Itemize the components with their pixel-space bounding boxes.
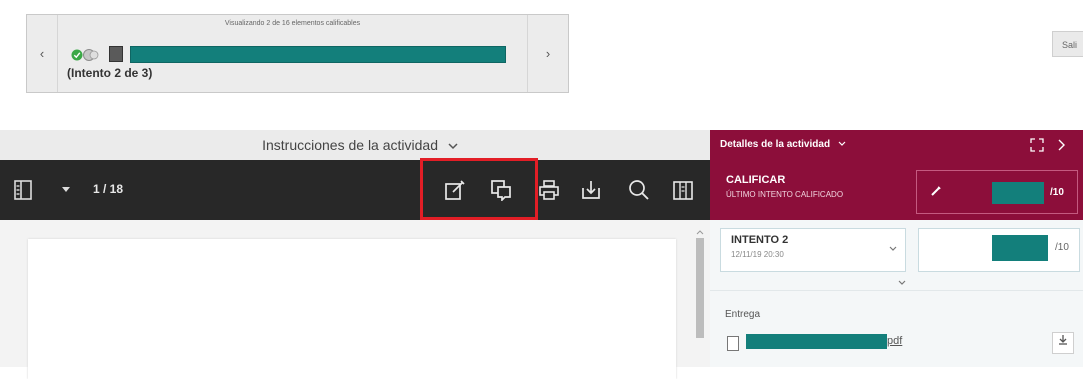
scroll-up-icon — [696, 230, 704, 235]
download-file-button[interactable] — [1052, 332, 1074, 354]
exit-button[interactable]: Sali — [1052, 31, 1083, 57]
previous-item-button[interactable]: ‹ — [27, 15, 58, 92]
view-mode-button[interactable] — [668, 160, 698, 220]
grade-title: CALIFICAR — [726, 174, 786, 186]
chevron-right-icon[interactable] — [1058, 139, 1066, 151]
check-icon — [71, 49, 83, 61]
download-icon — [1059, 335, 1067, 345]
grading-navigator: ‹ Visualizando 2 de 16 elementos calific… — [26, 14, 569, 93]
attempt-title: INTENTO 2 — [731, 234, 789, 246]
file-name-redacted[interactable] — [746, 334, 887, 349]
download-icon — [582, 181, 600, 199]
chevron-down-icon — [838, 141, 846, 146]
item-count-text: Visualizando 2 de 16 elementos calificab… — [224, 20, 361, 27]
status-icons — [71, 49, 99, 61]
submission-label: Entrega — [725, 309, 761, 320]
print-button[interactable] — [534, 160, 564, 220]
chevron-right-icon: › — [545, 46, 551, 61]
pencil-icon[interactable] — [930, 185, 942, 197]
page-counter: 1 / 18 — [93, 182, 124, 196]
grade-card: CALIFICAR ÚLTIMO INTENTO CALIFICADO /10 — [710, 160, 1083, 220]
grade-max: /10 — [1050, 187, 1064, 198]
scrollbar-thumb[interactable] — [696, 238, 704, 338]
chevron-down-icon — [448, 130, 458, 160]
grade-value-redacted — [992, 182, 1044, 204]
sidebar-icon — [14, 180, 32, 200]
chevron-down-icon — [889, 246, 897, 251]
grade-subtitle: ÚLTIMO INTENTO CALIFICADO — [726, 190, 844, 199]
attempt-selector[interactable]: INTENTO 2 12/11/19 20:30 — [720, 228, 906, 272]
next-item-button[interactable]: › — [527, 15, 568, 92]
attempt-score-max: /10 — [1055, 242, 1069, 253]
attempt-score-redacted — [992, 235, 1048, 261]
chevron-left-icon: ‹ — [39, 46, 45, 61]
sidebar-dropdown-button[interactable] — [58, 160, 74, 220]
file-extension[interactable]: pdf — [887, 335, 902, 347]
expand-more-icon[interactable] — [898, 280, 906, 286]
print-icon — [539, 180, 559, 200]
sidebar-toggle-button[interactable] — [10, 160, 36, 220]
student-name-redacted — [130, 46, 506, 63]
book-view-icon — [673, 181, 693, 200]
attempt-label: (Intento 2 de 3) — [67, 66, 153, 80]
expand-icon[interactable] — [1030, 138, 1044, 152]
submission-section: Entrega pdf — [710, 290, 1083, 367]
activity-details-title: Detalles de la actividad — [720, 139, 831, 150]
document-toolbar: 1 / 18 — [0, 158, 710, 220]
student-avatar — [109, 46, 123, 62]
search-icon — [629, 180, 649, 200]
download-button[interactable] — [576, 160, 606, 220]
caret-down-icon — [62, 187, 70, 192]
document-page — [28, 239, 676, 379]
instructions-header[interactable]: Instrucciones de la actividad — [0, 130, 710, 160]
file-icon — [727, 336, 739, 351]
attempt-section: INTENTO 2 12/11/19 20:30 /10 — [710, 220, 1083, 290]
instructions-title: Instrucciones de la actividad — [262, 137, 438, 153]
search-button[interactable] — [624, 160, 654, 220]
document-scrollbar[interactable] — [694, 226, 706, 367]
highlight-annotation-box — [420, 158, 538, 220]
activity-details-header[interactable]: Detalles de la actividad — [710, 130, 1083, 160]
attempt-date: 12/11/19 20:30 — [731, 250, 784, 259]
document-viewer[interactable] — [0, 220, 710, 379]
